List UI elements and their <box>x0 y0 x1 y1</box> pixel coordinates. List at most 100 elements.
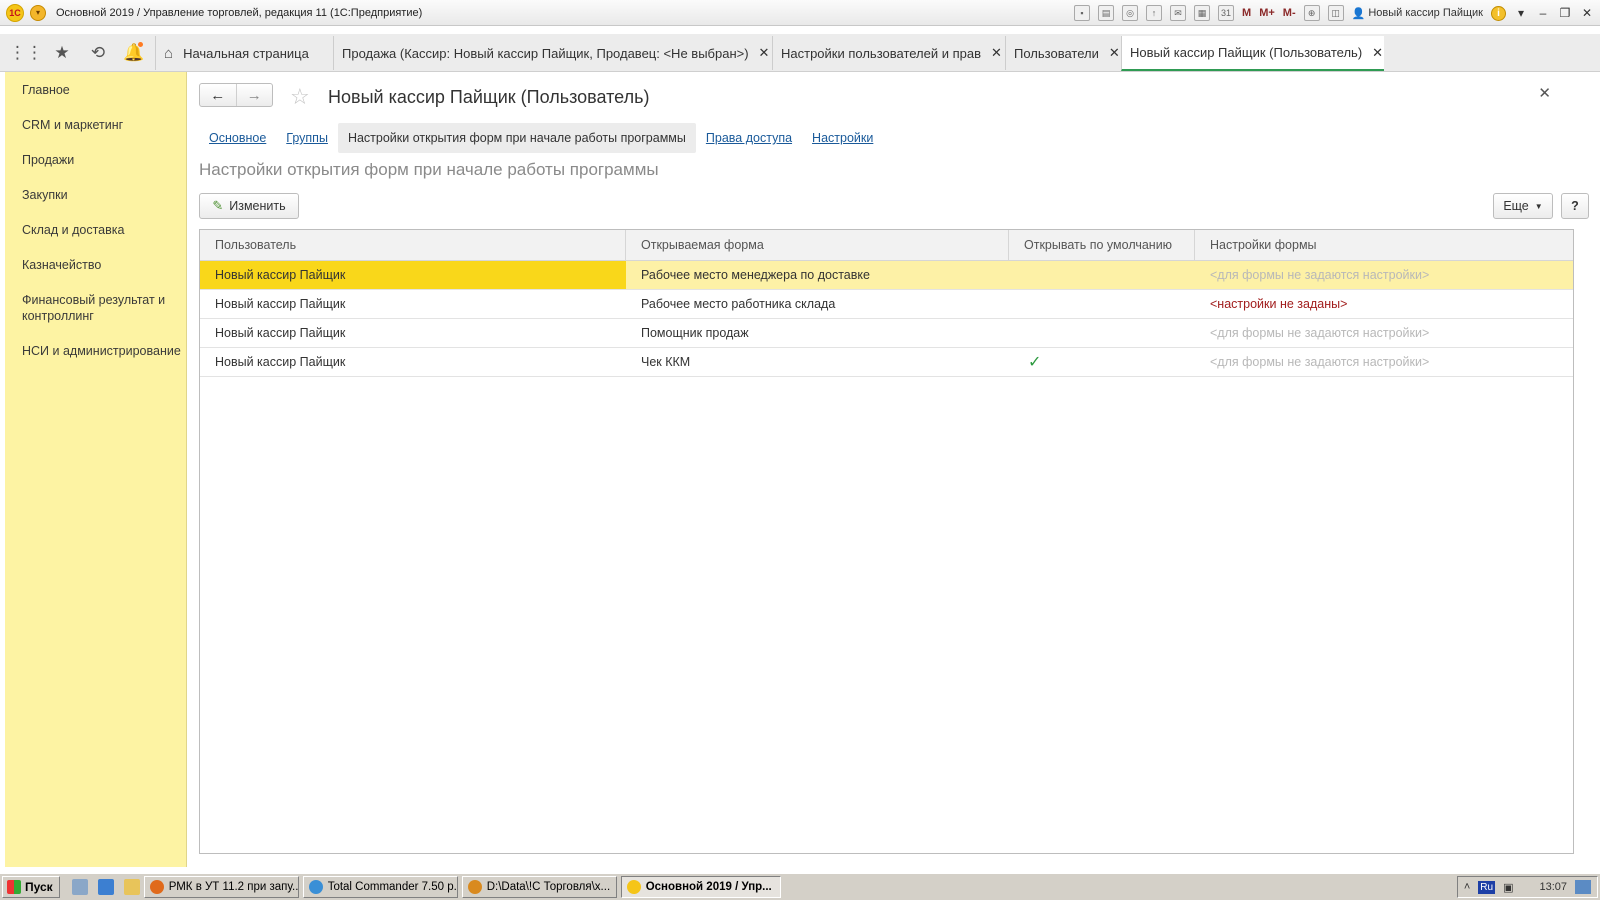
cell-form: Помощник продаж <box>641 326 749 340</box>
table-row[interactable]: Новый кассир Пайщик Помощник продаж <для… <box>200 319 1573 348</box>
mail-icon[interactable]: ✉ <box>1170 5 1187 21</box>
user-icon: 👤 <box>1351 7 1366 20</box>
history-icon[interactable]: ⟲ <box>80 35 116 71</box>
forward-arrow-icon[interactable]: → <box>235 84 273 106</box>
subtab-startup-forms[interactable]: Настройки открытия форм при начале работ… <box>337 123 696 153</box>
show-desktop-icon[interactable] <box>71 879 88 895</box>
taskbar-item[interactable]: D:\Data\!С Торговля\х... <box>461 876 617 898</box>
close-tab-icon[interactable]: ✕ <box>759 45 770 61</box>
taskbar-item[interactable]: Total Commander 7.50 p... <box>302 876 458 898</box>
column-header-default[interactable]: Открывать по умолчанию <box>1009 230 1195 260</box>
favorite-star-icon[interactable]: ☆ <box>290 84 310 110</box>
clock[interactable]: 13:07 <box>1539 881 1567 893</box>
tab-users[interactable]: Пользователи ✕ <box>1005 36 1120 70</box>
table-row[interactable]: Новый кассир Пайщик Рабочее место менедж… <box>200 261 1573 290</box>
browser-icon[interactable] <box>97 879 114 895</box>
cell-settings[interactable]: <настройки не заданы> <box>1195 290 1573 318</box>
notifications-bell-icon[interactable]: 🔔 <box>116 35 152 71</box>
close-tab-icon[interactable]: ✕ <box>1109 45 1120 61</box>
history-nav: ← → <box>199 83 273 107</box>
dropdown-icon[interactable]: ▾ <box>1514 6 1528 20</box>
print-icon[interactable]: ▤ <box>1098 5 1115 21</box>
tab-current-user[interactable]: Новый кассир Пайщик (Пользователь) ✕ <box>1121 36 1384 71</box>
tray-arrow-icon[interactable]: ˄ <box>1464 881 1470 893</box>
startup-forms-table: Пользователь Открываемая форма Открывать… <box>199 229 1574 854</box>
page-title: Новый кассир Пайщик (Пользователь) <box>328 87 650 107</box>
zoom-icon[interactable]: ⊕ <box>1303 5 1320 21</box>
preview-icon[interactable]: ◎ <box>1122 5 1139 21</box>
sidebar-item-warehouse[interactable]: Склад и доставка <box>22 222 182 238</box>
quick-launch <box>71 879 140 895</box>
form-subtabs: Основное Группы Настройки открытия форм … <box>199 123 883 153</box>
open-windows-bar: ⋮⋮ ★ ⟲ 🔔 ⌂ Начальная страница Продажа (К… <box>0 34 1600 72</box>
table-row[interactable]: Новый кассир Пайщик Рабочее место работн… <box>200 290 1573 319</box>
taskbar-item-label: D:\Data\!С Торговля\х... <box>486 881 611 893</box>
back-arrow-icon[interactable]: ← <box>200 84 236 106</box>
calendar-icon[interactable]: 31 <box>1218 5 1235 21</box>
current-user[interactable]: 👤 Новый кассир Пайщик <box>1352 7 1483 20</box>
tab-sale[interactable]: Продажа (Кассир: Новый кассир Пайщик, Пр… <box>333 36 770 70</box>
apps-grid-icon[interactable]: ⋮⋮ <box>8 35 44 71</box>
network-icon[interactable]: ▣ <box>1503 881 1513 894</box>
panels-icon[interactable]: ◫ <box>1327 5 1344 21</box>
cell-form: Чек ККМ <box>641 355 691 369</box>
tab-user-settings[interactable]: Настройки пользователей и прав ✕ <box>772 36 1002 70</box>
table-header: Пользователь Открываемая форма Открывать… <box>200 230 1573 261</box>
close-form-icon[interactable]: ✕ <box>1538 84 1551 102</box>
memory-plus-button[interactable]: M+ <box>1259 7 1275 19</box>
show-desktop-tray-icon[interactable] <box>1575 880 1591 894</box>
sidebar-item-finance[interactable]: Финансовый результат и контроллинг <box>22 292 182 324</box>
close-tab-icon[interactable]: ✕ <box>1372 45 1383 61</box>
start-button[interactable]: Пуск <box>2 876 60 898</box>
chevron-down-icon: ▼ <box>1534 201 1543 211</box>
cell-form: Рабочее место менеджера по доставке <box>641 268 870 282</box>
subtab-settings[interactable]: Настройки <box>802 123 883 153</box>
restore-icon[interactable]: ❐ <box>1558 6 1572 20</box>
tab-label: Начальная страница <box>183 45 309 61</box>
cell-default[interactable]: ✓ <box>1009 348 1195 376</box>
taskbar-item[interactable]: РМК в УТ 11.2 при запу... <box>143 876 299 898</box>
cell-default[interactable] <box>1009 290 1195 318</box>
tab-home[interactable]: ⌂ Начальная страница <box>155 36 325 70</box>
taskbar-item-active[interactable]: Основной 2019 / Упр... <box>620 876 781 898</box>
upload-icon[interactable]: ↑ <box>1146 5 1163 21</box>
windows-logo-icon <box>7 880 21 894</box>
app-logo-icon: 1С <box>6 3 24 22</box>
sidebar-item-crm[interactable]: CRM и маркетинг <box>22 117 182 133</box>
column-header-settings[interactable]: Настройки формы <box>1195 230 1573 260</box>
edit-button[interactable]: ✎ Изменить <box>199 193 299 219</box>
info-icon[interactable]: i <box>1491 5 1506 21</box>
subtab-main[interactable]: Основное <box>199 123 276 153</box>
1c-app-icon <box>626 880 641 894</box>
taskbar-item-label: Основной 2019 / Упр... <box>645 881 772 893</box>
sidebar-item-purchases[interactable]: Закупки <box>22 187 182 203</box>
close-tab-icon[interactable]: ✕ <box>991 45 1002 61</box>
more-button[interactable]: Еще ▼ <box>1493 193 1553 219</box>
cell-default[interactable] <box>1009 319 1195 347</box>
minimize-icon[interactable]: – <box>1536 6 1550 20</box>
column-header-form[interactable]: Открываемая форма <box>626 230 1009 260</box>
system-tray: ˄ Ru ▣ 13:07 <box>1456 876 1598 898</box>
folder-icon[interactable] <box>123 879 140 895</box>
firefox-icon <box>149 880 164 894</box>
sidebar-item-main[interactable]: Главное <box>22 82 182 98</box>
favorites-star-icon[interactable]: ★ <box>44 35 80 71</box>
help-button[interactable]: ? <box>1561 193 1589 219</box>
table-row[interactable]: Новый кассир Пайщик Чек ККМ ✓ <для формы… <box>200 348 1573 377</box>
memory-minus-button[interactable]: M- <box>1283 7 1296 19</box>
tab-label: Пользователи <box>1014 45 1099 61</box>
sidebar-item-admin[interactable]: НСИ и администрирование <box>22 343 182 359</box>
calculator-icon[interactable]: ▦ <box>1194 5 1211 21</box>
language-indicator[interactable]: Ru <box>1478 880 1496 894</box>
subtab-access-rights[interactable]: Права доступа <box>696 123 802 153</box>
main-menu-icon[interactable]: ▾ <box>30 4 46 21</box>
column-header-user[interactable]: Пользователь <box>200 230 626 260</box>
save-icon[interactable]: ▪ <box>1074 5 1091 21</box>
sections-sidebar: Главное CRM и маркетинг Продажи Закупки … <box>5 72 187 867</box>
cell-default[interactable] <box>1009 261 1195 289</box>
sidebar-item-treasury[interactable]: Казначейство <box>22 257 182 273</box>
memory-button[interactable]: M <box>1242 7 1251 19</box>
sidebar-item-sales[interactable]: Продажи <box>22 152 182 168</box>
subtab-groups[interactable]: Группы <box>276 123 338 153</box>
close-window-icon[interactable]: ✕ <box>1580 6 1594 20</box>
